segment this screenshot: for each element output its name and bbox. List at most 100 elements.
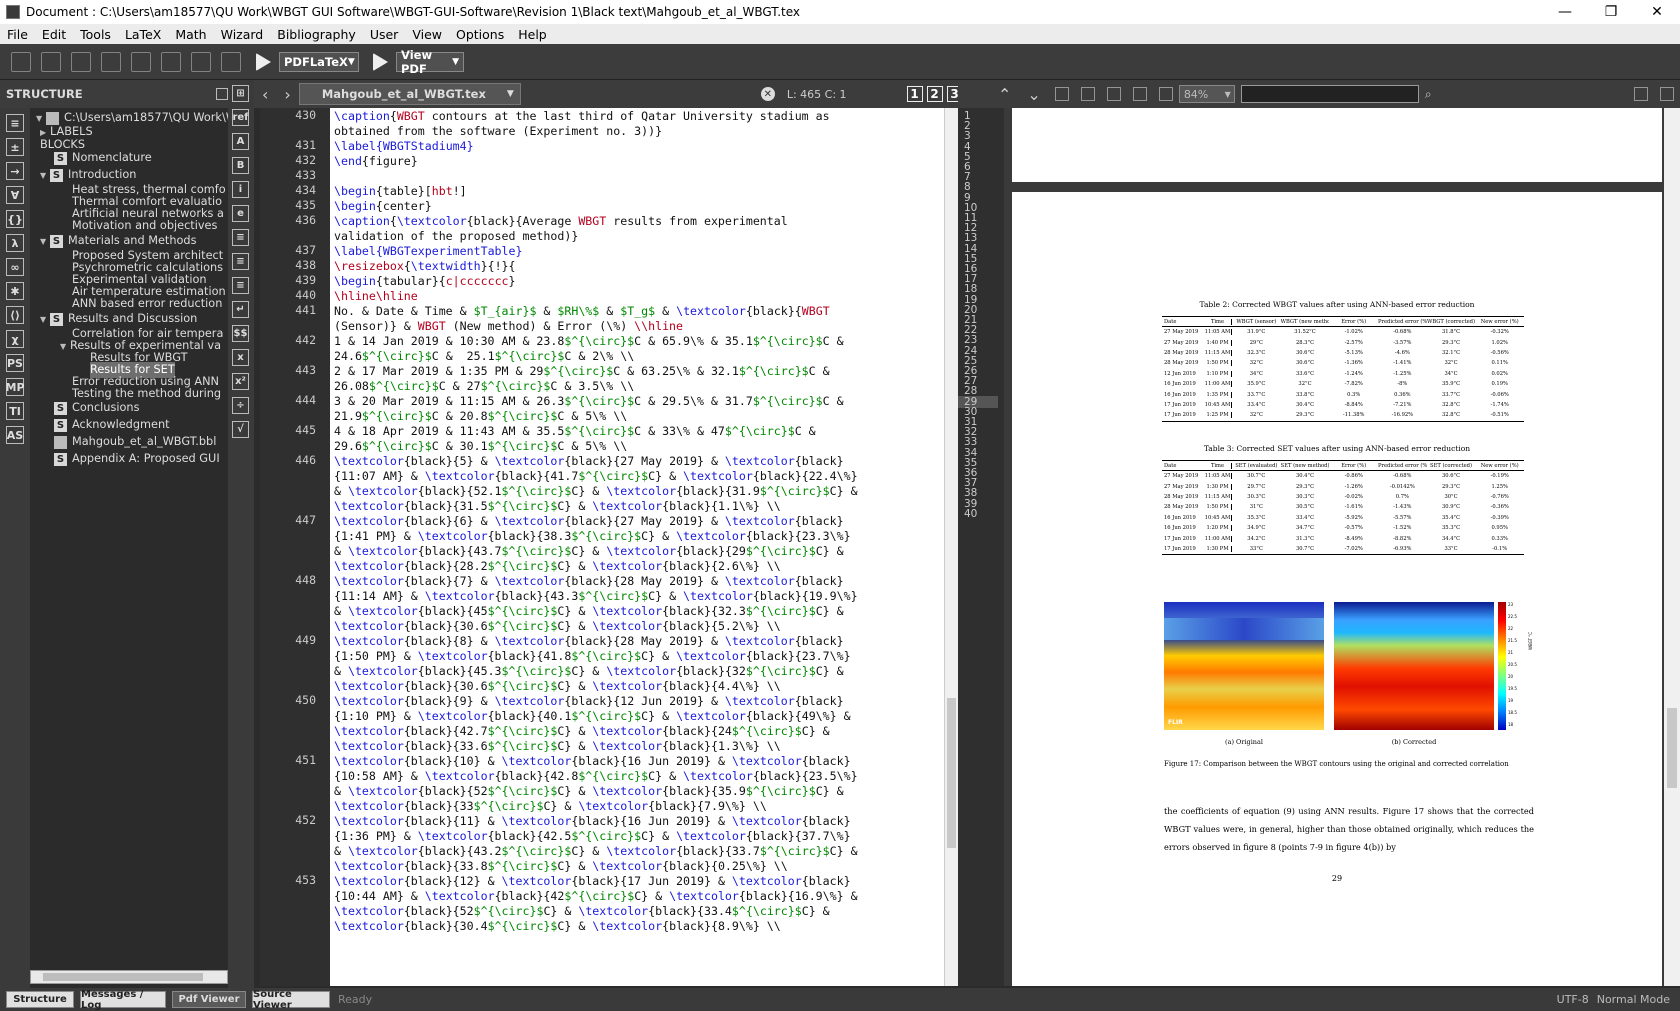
menu-item-edit[interactable]: Edit bbox=[35, 27, 73, 42]
code-line[interactable]: \textcolor{black}{33.8$^{\circ}$C} & \te… bbox=[334, 858, 788, 874]
code-line[interactable]: validation of the proposed method)} bbox=[334, 228, 578, 244]
code-line[interactable]: \caption{\textcolor{black}{Average WBGT … bbox=[334, 213, 788, 229]
code-line[interactable]: \caption{WBGT contours at the last third… bbox=[334, 108, 830, 124]
operator-icon[interactable]: ✱ bbox=[6, 282, 24, 300]
relation-icon[interactable]: ± bbox=[6, 138, 24, 156]
structure-item[interactable]: ▼ S Results and Discussion bbox=[40, 311, 197, 327]
pdf-search-input[interactable] bbox=[1240, 85, 1419, 103]
view-1-button[interactable]: 1 bbox=[906, 86, 923, 102]
menu-item-options[interactable]: Options bbox=[449, 27, 511, 42]
page-up-icon[interactable]: ⌃ bbox=[998, 85, 1011, 104]
fit-page-icon[interactable] bbox=[1106, 87, 1121, 101]
new-file-icon[interactable] bbox=[11, 51, 31, 72]
list-icon[interactable]: ≡ bbox=[6, 114, 24, 132]
code-line[interactable]: \textcolor{black}{5} & \textcolor{black}… bbox=[334, 453, 844, 469]
close-button[interactable]: ✕ bbox=[1634, 0, 1680, 24]
code-line[interactable]: {1:36 PM} & \textcolor{black}{42.5$^{\ci… bbox=[334, 828, 851, 844]
view-2-button[interactable]: 2 bbox=[926, 86, 943, 102]
code-line[interactable]: {1:41 PM} & \textcolor{black}{38.3$^{\ci… bbox=[334, 528, 851, 544]
close-file-icon[interactable]: ✕ bbox=[760, 87, 775, 101]
back-arrow-icon[interactable]: ‹ bbox=[262, 85, 268, 104]
arrow-icon[interactable]: → bbox=[6, 162, 24, 180]
menu-item-wizard[interactable]: Wizard bbox=[214, 27, 271, 42]
copy-icon[interactable] bbox=[161, 51, 181, 72]
pstricks-icon[interactable]: PS bbox=[6, 354, 24, 372]
italic-icon[interactable]: i bbox=[232, 181, 249, 198]
label-ref-icon[interactable]: ref bbox=[232, 109, 249, 126]
continuous-icon[interactable] bbox=[1132, 87, 1147, 101]
messages-log-tab-button[interactable]: Messages / Log bbox=[80, 989, 166, 1011]
page-down-icon[interactable]: ⌄ bbox=[1027, 85, 1040, 104]
code-line[interactable]: \textcolor{black}{42.7$^{\circ}$C} & \te… bbox=[334, 723, 830, 739]
open-file-icon[interactable] bbox=[41, 51, 61, 72]
structure-item[interactable]: S Appendix A: Proposed GUI bbox=[54, 451, 220, 467]
code-line[interactable]: {11:07 AM} & \textcolor{black}{41.7$^{\c… bbox=[334, 468, 858, 484]
code-line[interactable]: & \textcolor{black}{45.3$^{\circ}$C} & \… bbox=[334, 663, 844, 679]
undo-icon[interactable] bbox=[101, 51, 121, 72]
code-line[interactable]: 26.08$^{\circ}$C & 27$^{\circ}$C & 3.5\%… bbox=[334, 378, 634, 394]
code-line[interactable]: \begin{center} bbox=[334, 198, 432, 214]
code-line[interactable]: \textcolor{black}{12} & \textcolor{black… bbox=[334, 873, 851, 889]
code-line[interactable]: 3 & 20 Mar 2019 & 11:15 AM & 26.3$^{\cir… bbox=[334, 393, 844, 409]
misc-symbol-icon[interactable]: ∀ bbox=[6, 186, 24, 204]
search-icon[interactable]: ⌕ bbox=[1425, 87, 1432, 102]
scroll-thumb[interactable] bbox=[43, 973, 203, 981]
fit-width-icon[interactable] bbox=[1080, 87, 1095, 101]
infinity-icon[interactable]: ∞ bbox=[6, 258, 24, 276]
code-line[interactable]: \textcolor{black}{30.6$^{\circ}$C} & \te… bbox=[334, 618, 781, 634]
structure-item[interactable]: ANN based error reduction bbox=[72, 296, 222, 312]
left-right-icon[interactable]: ⟨⟩ bbox=[6, 306, 24, 324]
editor-vscrollbar[interactable] bbox=[944, 108, 958, 986]
viewer-select[interactable]: View PDF ▼ bbox=[396, 48, 464, 76]
zoom-select[interactable]: 84% ▼ bbox=[1178, 85, 1235, 103]
editing-mode-indicator[interactable]: Normal Mode bbox=[1597, 993, 1670, 1006]
structure-item[interactable]: ▼ S Materials and Methods bbox=[40, 233, 196, 249]
code-line[interactable]: (Sensor)} & WBGT (New method) & Error (\… bbox=[334, 318, 683, 334]
fraction-icon[interactable]: ÷ bbox=[232, 397, 249, 414]
bold-icon[interactable]: B bbox=[232, 157, 249, 174]
pdf-vscrollbar[interactable] bbox=[1664, 108, 1680, 986]
asymptote-icon[interactable]: AS bbox=[6, 426, 24, 444]
paste-icon[interactable] bbox=[221, 51, 241, 72]
code-line[interactable]: \end{figure} bbox=[334, 153, 418, 169]
code-line[interactable]: \textcolor{black}{28.2$^{\circ}$C} & \te… bbox=[334, 558, 781, 574]
code-line[interactable]: & \textcolor{black}{52$^{\circ}$C} & \te… bbox=[334, 783, 844, 799]
code-line[interactable]: \resizebox{\textwidth}{!}{ bbox=[334, 258, 516, 274]
menu-item-user[interactable]: User bbox=[363, 27, 406, 42]
math-mode-icon[interactable]: $$ bbox=[232, 325, 249, 342]
expand-arrow-icon[interactable]: ▼ bbox=[40, 312, 50, 328]
menu-item-help[interactable]: Help bbox=[511, 27, 554, 42]
code-line[interactable]: \textcolor{black}{52$^{\circ}$C} & \text… bbox=[334, 903, 830, 919]
code-line[interactable]: {11:14 AM} & \textcolor{black}{43.3$^{\c… bbox=[334, 588, 858, 604]
minimize-button[interactable]: — bbox=[1542, 0, 1588, 24]
structure-item[interactable]: Motivation and objectives bbox=[72, 218, 217, 234]
code-line[interactable]: \label{WBGTexperimentTable} bbox=[334, 243, 522, 259]
code-line[interactable]: 2 & 17 Mar 2019 & 1:35 PM & 29$^{\circ}$… bbox=[334, 363, 830, 379]
code-line[interactable]: {1:10 PM} & \textcolor{black}{40.1$^{\ci… bbox=[334, 708, 851, 724]
code-line[interactable]: \textcolor{black}{10} & \textcolor{black… bbox=[334, 753, 851, 769]
code-line[interactable]: \textcolor{black}{6} & \textcolor{black}… bbox=[334, 513, 844, 529]
code-editor[interactable]: \caption{WBGT contours at the last third… bbox=[330, 108, 944, 986]
menu-item-math[interactable]: Math bbox=[168, 27, 213, 42]
code-line[interactable]: obtained from the software (Experiment n… bbox=[334, 123, 662, 139]
code-line[interactable]: 29.6$^{\circ}$C & 30.1$^{\circ}$C & 5\% … bbox=[334, 438, 627, 454]
expand-arrow-icon[interactable]: ▼ bbox=[40, 234, 50, 250]
font-size-icon[interactable]: A bbox=[232, 133, 249, 150]
code-line[interactable]: \begin{tabular}{c|ccccccc} bbox=[334, 273, 516, 289]
cut-icon[interactable] bbox=[191, 51, 211, 72]
code-line[interactable]: \textcolor{black}{30.4$^{\circ}$C} & \te… bbox=[334, 918, 781, 934]
forward-arrow-icon[interactable]: › bbox=[284, 85, 290, 104]
structure-item[interactable]: Mahgoub_et_al_WBGT.bbl bbox=[54, 434, 216, 450]
code-line[interactable]: \textcolor{black}{8} & \textcolor{black}… bbox=[334, 633, 844, 649]
structure-item[interactable]: S Acknowledgment bbox=[54, 417, 170, 433]
encoding-indicator[interactable]: UTF-8 bbox=[1557, 993, 1589, 1006]
code-line[interactable]: \label{WBGTStadium4} bbox=[334, 138, 474, 154]
code-line[interactable]: \begin{table}[hbt!] bbox=[334, 183, 467, 199]
code-line[interactable]: 4 & 18 Apr 2019 & 11:43 AM & 35.5$^{\cir… bbox=[334, 423, 816, 439]
code-line[interactable]: \textcolor{black}{7} & \textcolor{black}… bbox=[334, 573, 844, 589]
metapost-icon[interactable]: MP bbox=[6, 378, 25, 396]
build-play-icon[interactable] bbox=[256, 52, 271, 71]
external-viewer-icon[interactable] bbox=[1660, 87, 1674, 101]
menu-item-tools[interactable]: Tools bbox=[73, 27, 118, 42]
print-icon[interactable] bbox=[1634, 87, 1648, 101]
